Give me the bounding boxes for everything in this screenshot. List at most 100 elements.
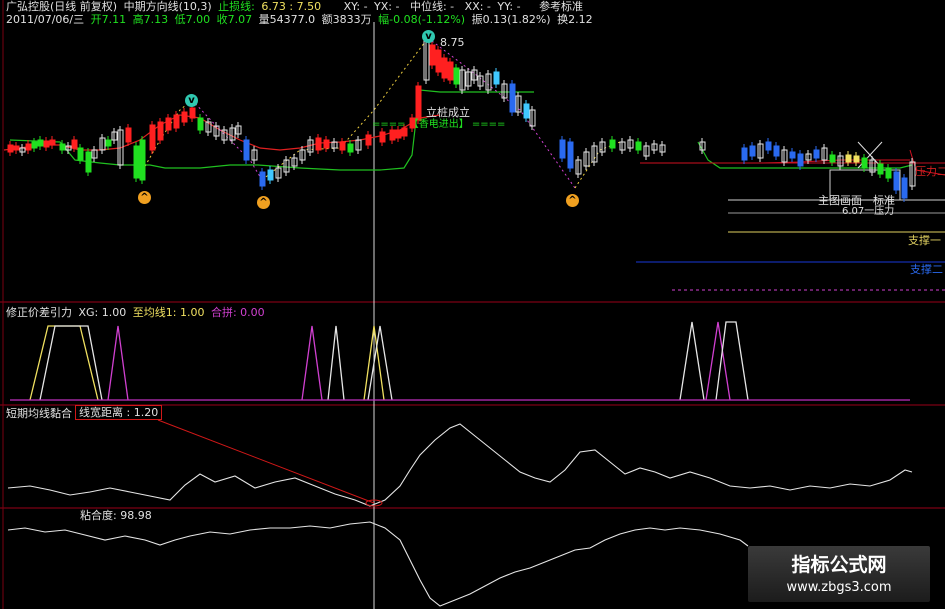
candle-body	[105, 139, 112, 147]
dotted-projection	[261, 37, 429, 181]
candle-body	[125, 127, 132, 143]
right-label-pressure: 压力二	[915, 165, 945, 178]
watermark-url: www.zbgs3.com	[786, 580, 892, 595]
candle-body	[157, 121, 164, 141]
signal-triangle	[327, 325, 345, 401]
candle-body	[853, 155, 860, 163]
candle-body	[523, 103, 530, 119]
panel3-header: 短期均线黏合	[6, 407, 75, 420]
signal-triangles	[29, 321, 749, 401]
candle-body	[31, 141, 38, 149]
candle-body	[509, 83, 516, 113]
turnover-value: 换2.12	[557, 13, 593, 26]
xx-value: XX: -	[464, 0, 491, 13]
candle-body	[567, 141, 574, 169]
candle-body	[77, 147, 84, 161]
indicator-name: 中期方向线(10,3)	[123, 0, 212, 13]
candle-body	[861, 157, 868, 169]
high-price-mark: 8.75	[440, 36, 465, 49]
candle-body	[765, 141, 772, 151]
stop-values: 6.73 : 7.50	[261, 0, 322, 13]
open-price: 开7.11	[90, 13, 127, 26]
candle-body	[49, 139, 56, 146]
candle-body	[797, 153, 804, 167]
candle-body	[441, 57, 448, 79]
right-label-support-2: 支撑二	[910, 263, 943, 276]
signal-triangle	[715, 321, 749, 401]
candle-body	[389, 129, 396, 141]
candle-body	[165, 117, 172, 131]
spread-pointer	[157, 419, 375, 504]
candle-body	[149, 124, 156, 151]
yx-value: YX: -	[374, 0, 400, 13]
signal-triangle	[367, 325, 393, 401]
panel2-header: 修正价差引力 XG: 1.00 至均线1: 1.00 合拼: 0.00	[6, 306, 268, 319]
candle-body	[37, 139, 44, 147]
candle-body	[13, 145, 20, 151]
date-label: 2011/07/06/三	[6, 13, 85, 26]
candle-body	[197, 117, 204, 131]
candle-body	[789, 151, 796, 159]
close-price: 收7.07	[216, 13, 253, 26]
candle-body	[893, 171, 900, 191]
candle-body	[267, 169, 274, 181]
candle-body	[379, 131, 386, 143]
sell-arrow-icon: v	[185, 94, 198, 107]
candle-body	[829, 154, 836, 163]
signal-triangle	[679, 321, 705, 401]
candle-body	[429, 44, 436, 66]
panel2-ma1: 至均线1: 1.00	[132, 306, 205, 319]
candle-body	[133, 145, 140, 179]
signal-triangle	[107, 325, 129, 401]
candle-body	[173, 114, 180, 129]
stock-title[interactable]: 广弘控股(日线 前复权)	[6, 0, 117, 13]
candle-body	[43, 140, 50, 148]
spread-curve	[7, 423, 913, 507]
candle-body	[877, 163, 884, 175]
signal-triangle	[301, 325, 323, 401]
high-price: 高7.13	[132, 13, 169, 26]
candle-body	[85, 151, 92, 173]
panel2-title: 修正价差引力	[6, 306, 72, 319]
stop-label: 止损线:	[218, 0, 255, 13]
candle-body	[71, 139, 78, 149]
panel2-xg: XG: 1.00	[78, 306, 127, 319]
xy-value: XY: -	[343, 0, 368, 13]
candle-body	[885, 167, 892, 179]
watermark-badge: 指标公式网 www.zbgs3.com	[748, 546, 930, 602]
candle-body	[59, 143, 66, 151]
candle-body	[901, 177, 908, 199]
candle-body	[7, 144, 14, 153]
panel3-title: 短期均线黏合	[6, 407, 72, 420]
candle-body	[395, 129, 402, 139]
candle-body	[559, 139, 566, 159]
candle-body	[493, 71, 500, 85]
amplitude-value: 振0.13(1.82%)	[471, 13, 551, 26]
candle-body	[243, 139, 250, 161]
watermark-title: 指标公式网	[791, 554, 887, 576]
signal-triangle	[29, 325, 99, 401]
header-row-2: 2011/07/06/三 开7.11 高7.13 低7.00 收7.07 量54…	[6, 13, 596, 26]
buy-arrow-icon: ^	[566, 194, 579, 207]
candle-body	[189, 107, 196, 119]
candle-body	[773, 145, 780, 157]
ref-label: 参考标准	[539, 0, 584, 13]
low-price: 低7.00	[174, 13, 211, 26]
buy-arrow-icon: ^	[138, 191, 151, 204]
candle-body	[435, 49, 442, 73]
candle-body	[323, 139, 330, 149]
candle-body	[447, 61, 454, 81]
header-row-1: 广弘控股(日线 前复权) 中期方向线(10,3) 止损线: 6.73 : 7.5…	[6, 0, 586, 13]
candle-body	[347, 143, 354, 153]
amount-value: 额3833万	[321, 13, 372, 26]
candle-body	[25, 143, 32, 151]
mid-label: 中位线: -	[409, 0, 455, 13]
candle-body	[749, 145, 756, 157]
cohesion-label: 粘合度: 98.98	[80, 509, 152, 522]
panel2-combo: 合拼: 0.00	[210, 306, 265, 319]
volume-value: 量54377.0	[258, 13, 316, 26]
candle-body	[365, 134, 372, 146]
right-label-support-1: 支撑一	[908, 234, 941, 247]
right-label-pressure-value: 6.07一压力	[842, 206, 895, 217]
sell-arrow-icon: v	[422, 30, 435, 43]
